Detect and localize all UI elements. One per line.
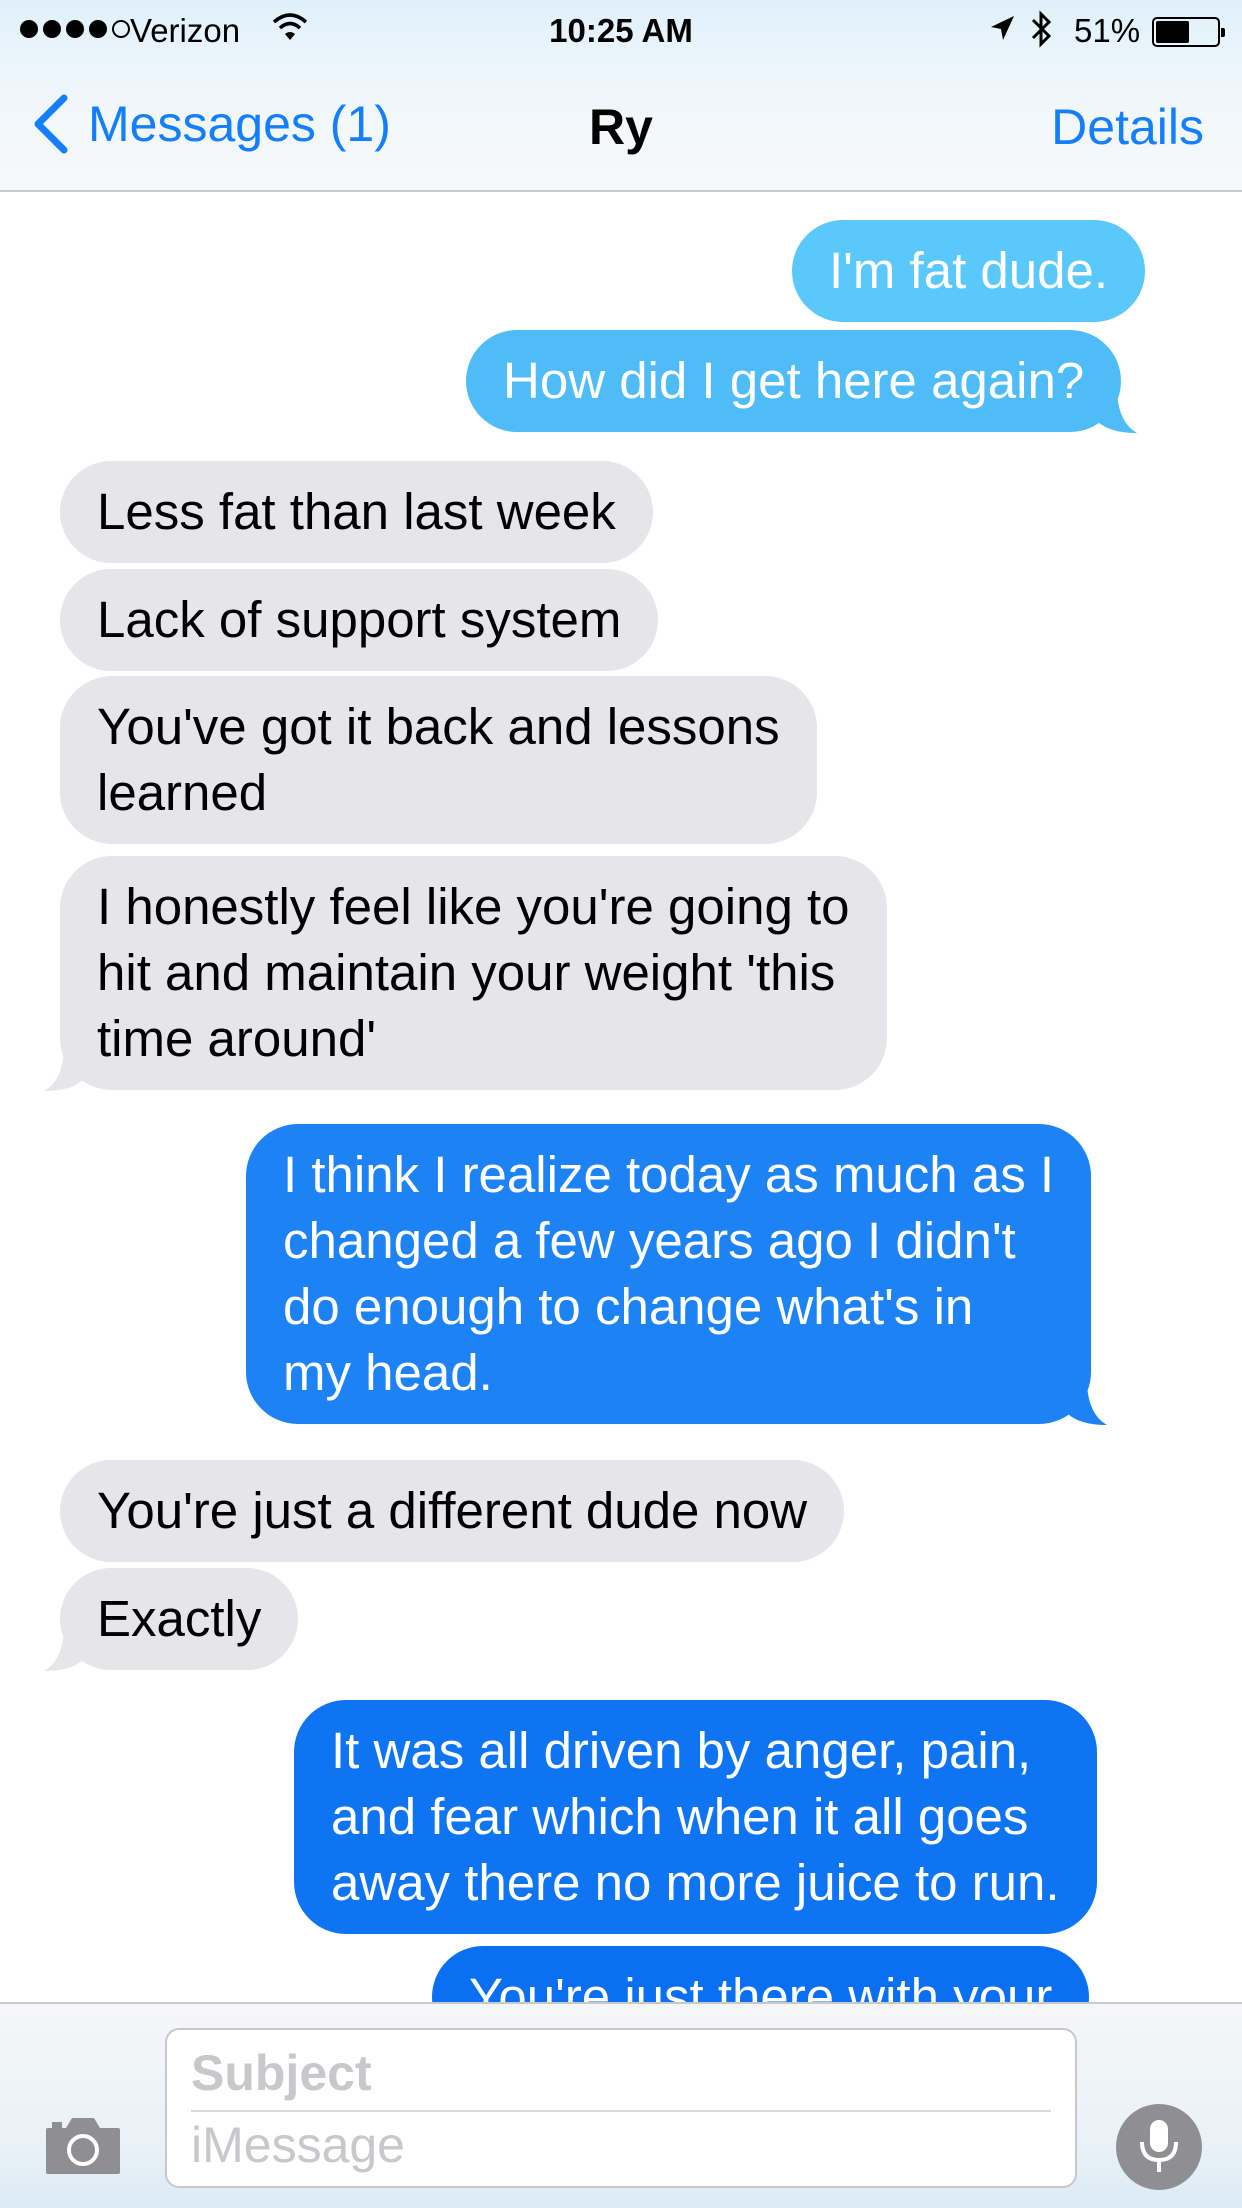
message-line: I honestly feel like you're going to [97,878,850,935]
message-line: learned [97,764,268,821]
message-text: You're just a different dude now [97,1482,808,1539]
subject-input[interactable]: Subject [191,2044,372,2102]
message-line: do enough to change what's in [283,1278,974,1335]
message-line: It was all driven by anger, pain, [331,1722,1032,1779]
bubble-tail [44,1631,84,1671]
message-bubble-incoming[interactable]: You're just a different dude now [60,1460,845,1562]
location-arrow-icon [991,16,1014,40]
message-line: You've got it back and lessons [97,698,780,755]
message-bubble-incoming[interactable]: Exactly [44,1568,299,1671]
bluetooth-icon [1031,10,1052,48]
bubble-tail [1097,393,1138,433]
bubble-tail [1067,1385,1108,1425]
message-bubble-incoming[interactable]: You've got it back and lessons learned [60,676,817,844]
message-bubble-outgoing[interactable]: How did I get here again? [466,330,1138,433]
status-bar: Verizon 10:25 AM 51% [0,0,1242,60]
battery-percent: 51% [1074,12,1141,49]
message-bubble-incoming[interactable]: Lack of support system [60,569,659,671]
message-line: my head. [283,1344,493,1401]
message-line: time around' [97,1010,377,1067]
messages-screen: Verizon 10:25 AM 51% Messages (1) Ry Det… [0,0,1242,2208]
message-line: hit and maintain your weight 'this [97,944,836,1001]
nav-bar: Messages (1) Ry Details [0,80,1242,180]
camera-icon[interactable] [44,2114,122,2176]
imessage-input[interactable]: iMessage [191,2116,405,2174]
message-bubble-incoming[interactable]: I honestly feel like you're going to hit… [44,856,887,1091]
message-text: Lack of support system [97,591,622,648]
header: Verizon 10:25 AM 51% Messages (1) Ry Det… [0,0,1242,192]
microphone-icon [1140,2120,1178,2172]
message-text: Exactly [97,1590,262,1647]
message-field[interactable]: Subject iMessage [165,2028,1077,2188]
message-bubble-outgoing[interactable]: I'm fat dude. [792,220,1146,322]
message-text: How did I get here again? [503,352,1085,409]
field-divider [191,2110,1051,2112]
microphone-button[interactable] [1116,2104,1202,2190]
message-line: and fear which when it all goes [331,1788,1029,1845]
message-bubble-outgoing[interactable]: It was all driven by anger, pain, and fe… [294,1700,1097,1934]
compose-bar: Subject iMessage [0,2002,1242,2208]
message-text: Less fat than last week [97,483,616,540]
battery-icon [1152,17,1225,47]
message-line: changed a few years ago I didn't [283,1212,1016,1269]
message-bubble-outgoing[interactable]: I think I realize today as much as I cha… [246,1124,1108,1425]
bubble-tail [44,1051,84,1091]
message-text: I'm fat dude. [829,242,1109,299]
details-button[interactable]: Details [1051,98,1204,156]
message-bubble-incoming[interactable]: Less fat than last week [60,461,653,563]
message-line: away there no more juice to run. [331,1854,1060,1911]
message-line: I think I realize today as much as I [283,1146,1055,1203]
status-time: 10:25 AM [549,12,693,49]
